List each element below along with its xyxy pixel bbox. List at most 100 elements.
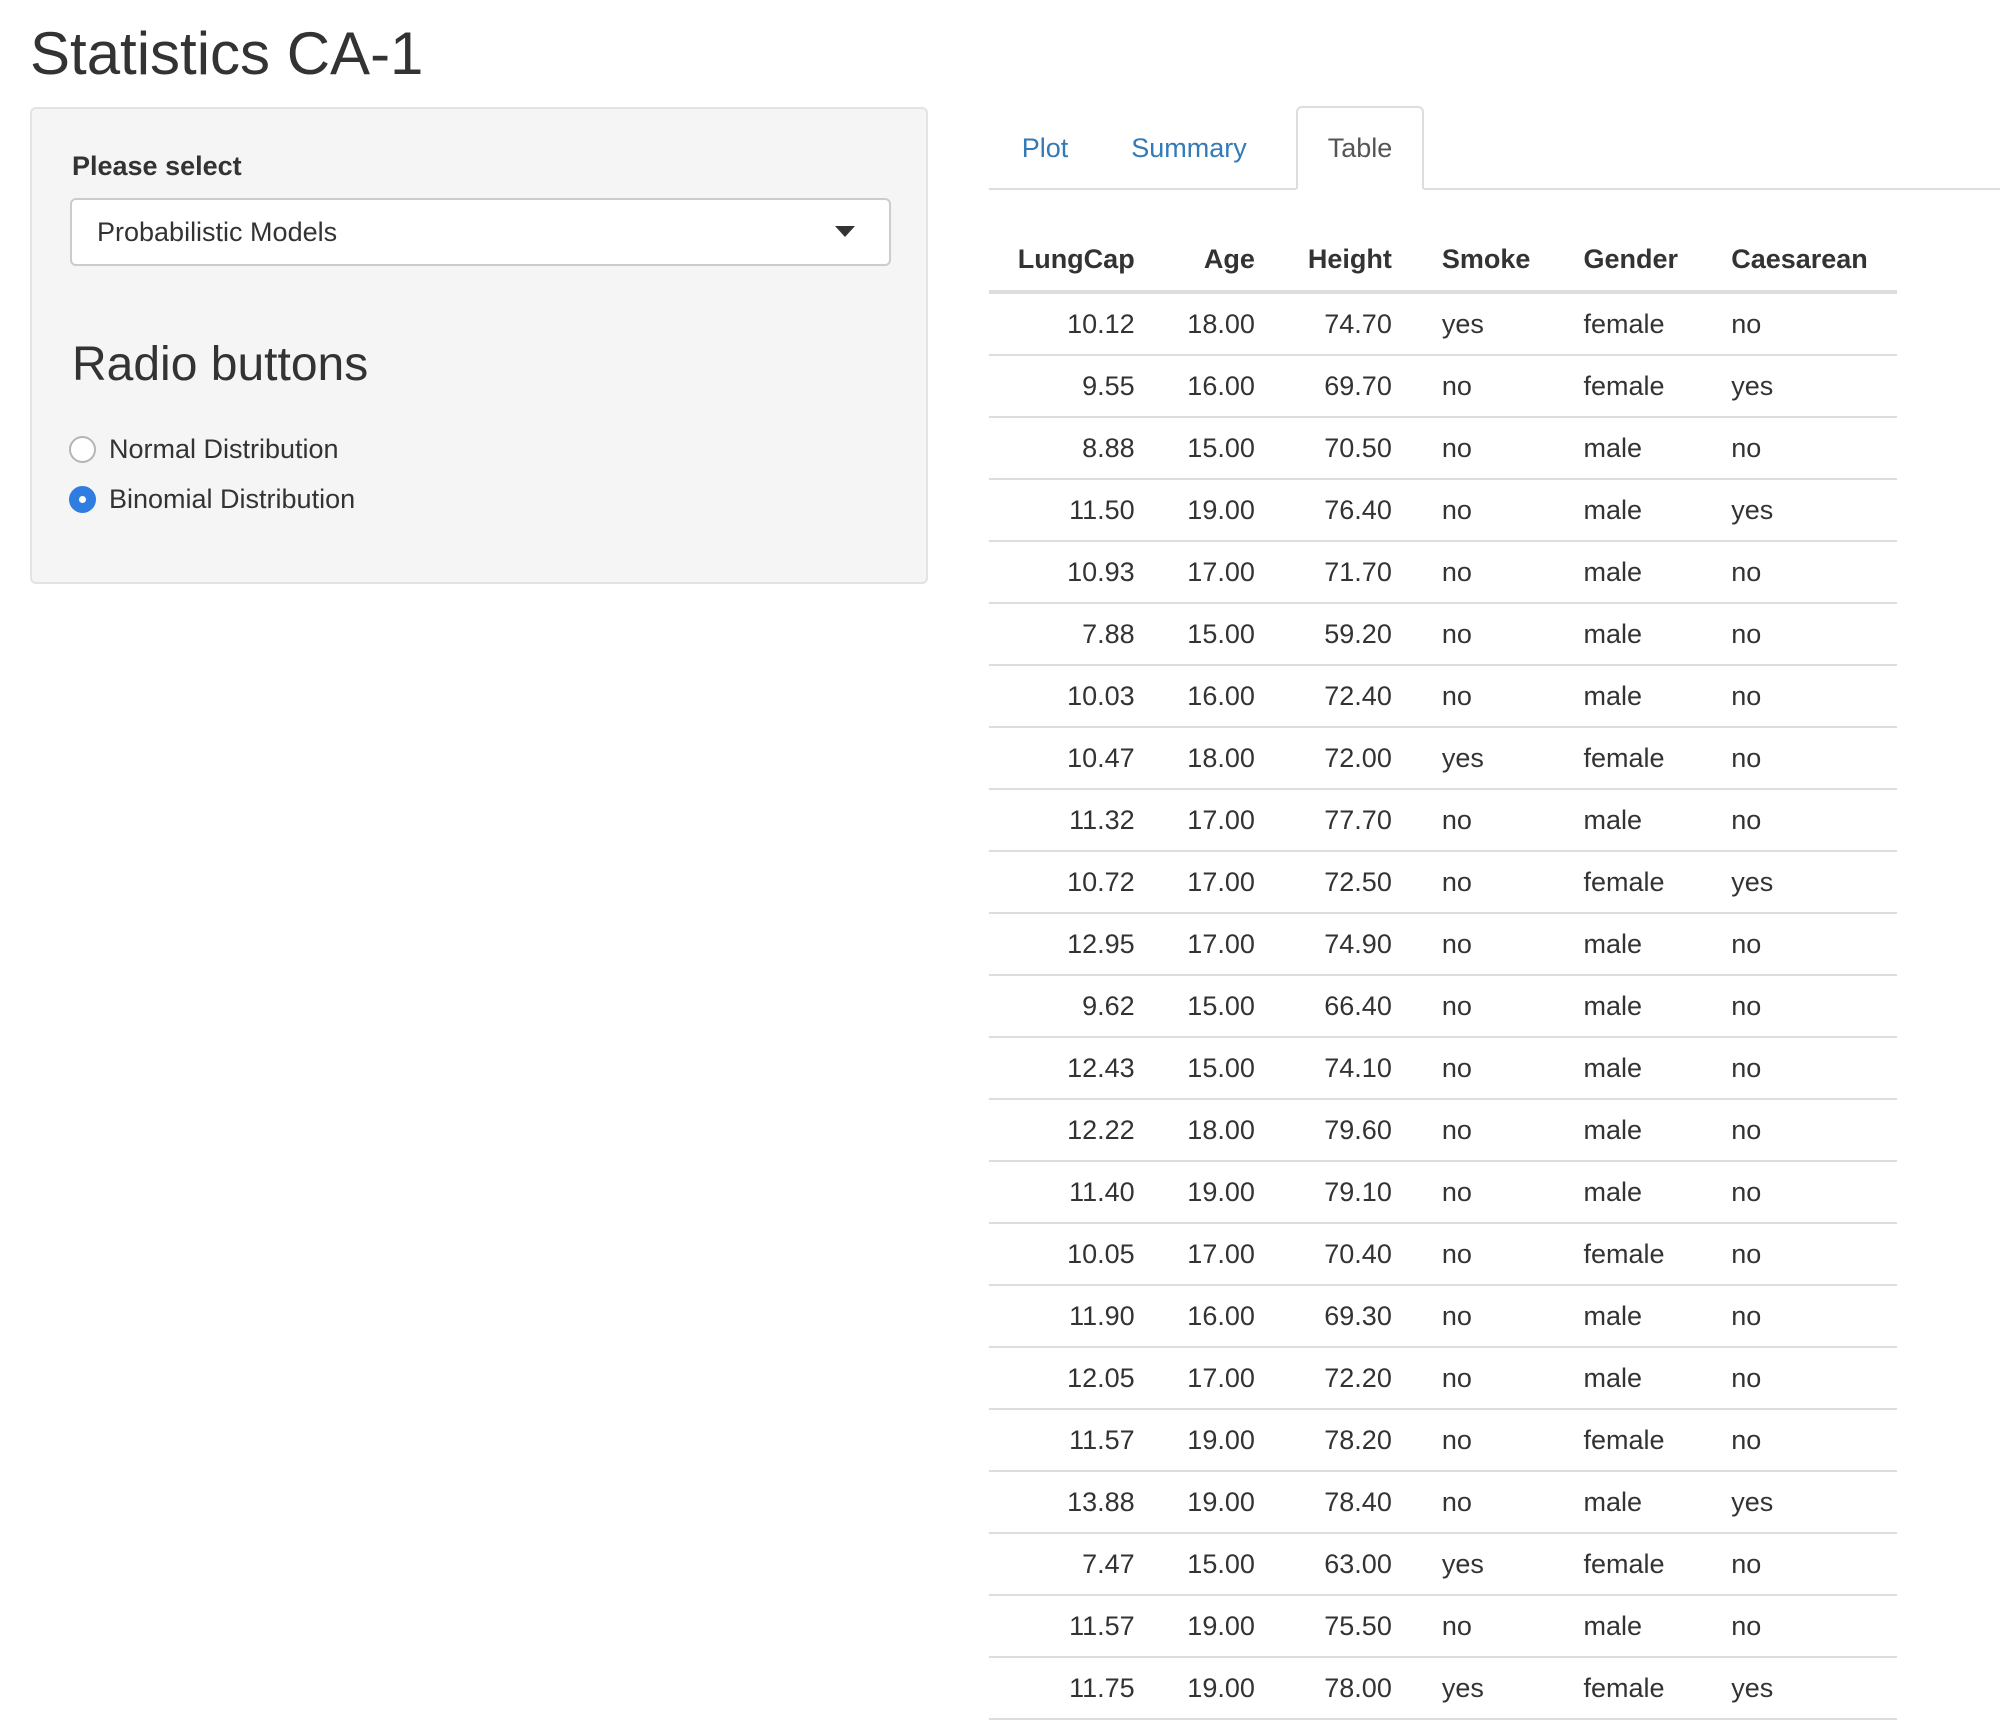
cell-caesarean: no xyxy=(1706,1223,1897,1286)
cell-age: 17.00 xyxy=(1159,789,1280,852)
column-header-age: Age xyxy=(1159,228,1280,294)
cell-gender: female xyxy=(1558,851,1707,914)
cell-caesarean: no xyxy=(1706,1099,1897,1162)
chevron-down-icon xyxy=(835,226,855,237)
table-row: 11.50 19.00 76.40 no male yes xyxy=(989,479,1897,542)
cell-smoke: yes xyxy=(1416,1533,1559,1596)
cell-height: 79.10 xyxy=(1279,1161,1417,1224)
cell-gender: female xyxy=(1558,1409,1707,1472)
cell-age: 19.00 xyxy=(1159,479,1280,542)
cell-lungcap: 7.88 xyxy=(989,603,1160,666)
cell-lungcap: 10.12 xyxy=(989,292,1160,356)
tab-plot[interactable]: Plot xyxy=(989,106,1101,190)
cell-height: 72.20 xyxy=(1279,1347,1417,1410)
cell-gender: female xyxy=(1558,1223,1707,1286)
cell-caesarean: no xyxy=(1706,1285,1897,1348)
cell-caesarean: no xyxy=(1706,603,1897,666)
cell-caesarean: no xyxy=(1706,1037,1897,1100)
table-body: 10.12 18.00 74.70 yes female no 9.55 16.00 69.70… xyxy=(989,292,1897,1720)
cell-caesarean: no xyxy=(1706,292,1897,356)
cell-lungcap: 12.22 xyxy=(989,1099,1160,1162)
cell-smoke: no xyxy=(1416,603,1559,666)
cell-height: 70.50 xyxy=(1279,417,1417,480)
cell-height: 74.10 xyxy=(1279,1037,1417,1100)
cell-smoke: no xyxy=(1416,1347,1559,1410)
cell-lungcap: 11.32 xyxy=(989,789,1160,852)
tab-bar: Plot Summary Table xyxy=(989,106,2000,190)
cell-lungcap: 12.43 xyxy=(989,1037,1160,1100)
cell-height: 72.40 xyxy=(1279,665,1417,728)
table-row: 7.88 15.00 59.20 no male no xyxy=(989,603,1897,666)
cell-lungcap: 11.57 xyxy=(989,1595,1160,1658)
cell-caesarean: no xyxy=(1706,913,1897,976)
cell-gender: female xyxy=(1558,292,1707,356)
cell-height: 76.40 xyxy=(1279,479,1417,542)
radio-label: Binomial Distribution xyxy=(109,483,356,514)
table-row: 10.12 18.00 74.70 yes female no xyxy=(989,292,1897,356)
cell-age: 19.00 xyxy=(1159,1595,1280,1658)
cell-gender: female xyxy=(1558,727,1707,790)
cell-gender: male xyxy=(1558,789,1707,852)
data-table: LungCap Age Height Smoke Gender Caesarea… xyxy=(989,228,1897,1720)
cell-lungcap: 9.62 xyxy=(989,975,1160,1038)
column-header-smoke: Smoke xyxy=(1416,228,1559,294)
select-label: Please select xyxy=(72,151,242,181)
cell-lungcap: 12.05 xyxy=(989,1347,1160,1410)
cell-height: 72.00 xyxy=(1279,727,1417,790)
cell-age: 19.00 xyxy=(1159,1471,1280,1534)
table-row: 11.40 19.00 79.10 no male no xyxy=(989,1161,1897,1224)
cell-age: 18.00 xyxy=(1159,1099,1280,1162)
cell-caesarean: no xyxy=(1706,1161,1897,1224)
table-header-row: LungCap Age Height Smoke Gender Caesarea… xyxy=(989,228,1897,294)
cell-height: 71.70 xyxy=(1279,541,1417,604)
tab-summary[interactable]: Summary xyxy=(1101,106,1277,190)
cell-age: 18.00 xyxy=(1159,727,1280,790)
cell-gender: male xyxy=(1558,1285,1707,1348)
radio-circle-checked-icon[interactable] xyxy=(69,485,96,513)
cell-age: 15.00 xyxy=(1159,975,1280,1038)
table-row: 11.75 19.00 78.00 yes female yes xyxy=(989,1657,1897,1720)
radio-binomial-distribution[interactable]: Binomial Distribution xyxy=(69,479,355,519)
radio-normal-distribution[interactable]: Normal Distribution xyxy=(69,429,339,469)
cell-gender: male xyxy=(1558,1347,1707,1410)
cell-height: 78.00 xyxy=(1279,1657,1417,1720)
cell-age: 15.00 xyxy=(1159,1037,1280,1100)
cell-age: 19.00 xyxy=(1159,1657,1280,1720)
table-row: 12.22 18.00 79.60 no male no xyxy=(989,1099,1897,1162)
cell-gender: female xyxy=(1558,1657,1707,1720)
column-header-gender: Gender xyxy=(1558,228,1707,294)
column-header-caesarean: Caesarean xyxy=(1706,228,1897,294)
model-select[interactable]: Probabilistic Models xyxy=(70,198,891,266)
radio-circle-icon[interactable] xyxy=(69,435,96,463)
cell-gender: male xyxy=(1558,417,1707,480)
table-row: 9.55 16.00 69.70 no female yes xyxy=(989,355,1897,418)
cell-lungcap: 11.50 xyxy=(989,479,1160,542)
table-row: 10.05 17.00 70.40 no female no xyxy=(989,1223,1897,1286)
cell-lungcap: 11.90 xyxy=(989,1285,1160,1348)
cell-gender: male xyxy=(1558,1161,1707,1224)
cell-smoke: no xyxy=(1416,479,1559,542)
table-row: 9.62 15.00 66.40 no male no xyxy=(989,975,1897,1038)
table-row: 10.93 17.00 71.70 no male no xyxy=(989,541,1897,604)
cell-caesarean: no xyxy=(1706,541,1897,604)
cell-height: 79.60 xyxy=(1279,1099,1417,1162)
table-row: 12.43 15.00 74.10 no male no xyxy=(989,1037,1897,1100)
cell-age: 18.00 xyxy=(1159,292,1280,356)
cell-height: 78.40 xyxy=(1279,1471,1417,1534)
table-row: 12.95 17.00 74.90 no male no xyxy=(989,913,1897,976)
table-row: 7.47 15.00 63.00 yes female no xyxy=(989,1533,1897,1596)
cell-smoke: no xyxy=(1416,1285,1559,1348)
cell-gender: male xyxy=(1558,541,1707,604)
cell-smoke: yes xyxy=(1416,292,1559,356)
cell-caesarean: yes xyxy=(1706,479,1897,542)
cell-caesarean: no xyxy=(1706,1409,1897,1472)
tab-table[interactable]: Table xyxy=(1296,106,1424,190)
cell-lungcap: 11.57 xyxy=(989,1409,1160,1472)
cell-height: 63.00 xyxy=(1279,1533,1417,1596)
sidebar-panel: Please select Probabilistic Models Radio… xyxy=(30,107,928,584)
cell-age: 19.00 xyxy=(1159,1409,1280,1472)
cell-gender: male xyxy=(1558,913,1707,976)
cell-smoke: no xyxy=(1416,1471,1559,1534)
cell-lungcap: 10.72 xyxy=(989,851,1160,914)
cell-caesarean: no xyxy=(1706,665,1897,728)
